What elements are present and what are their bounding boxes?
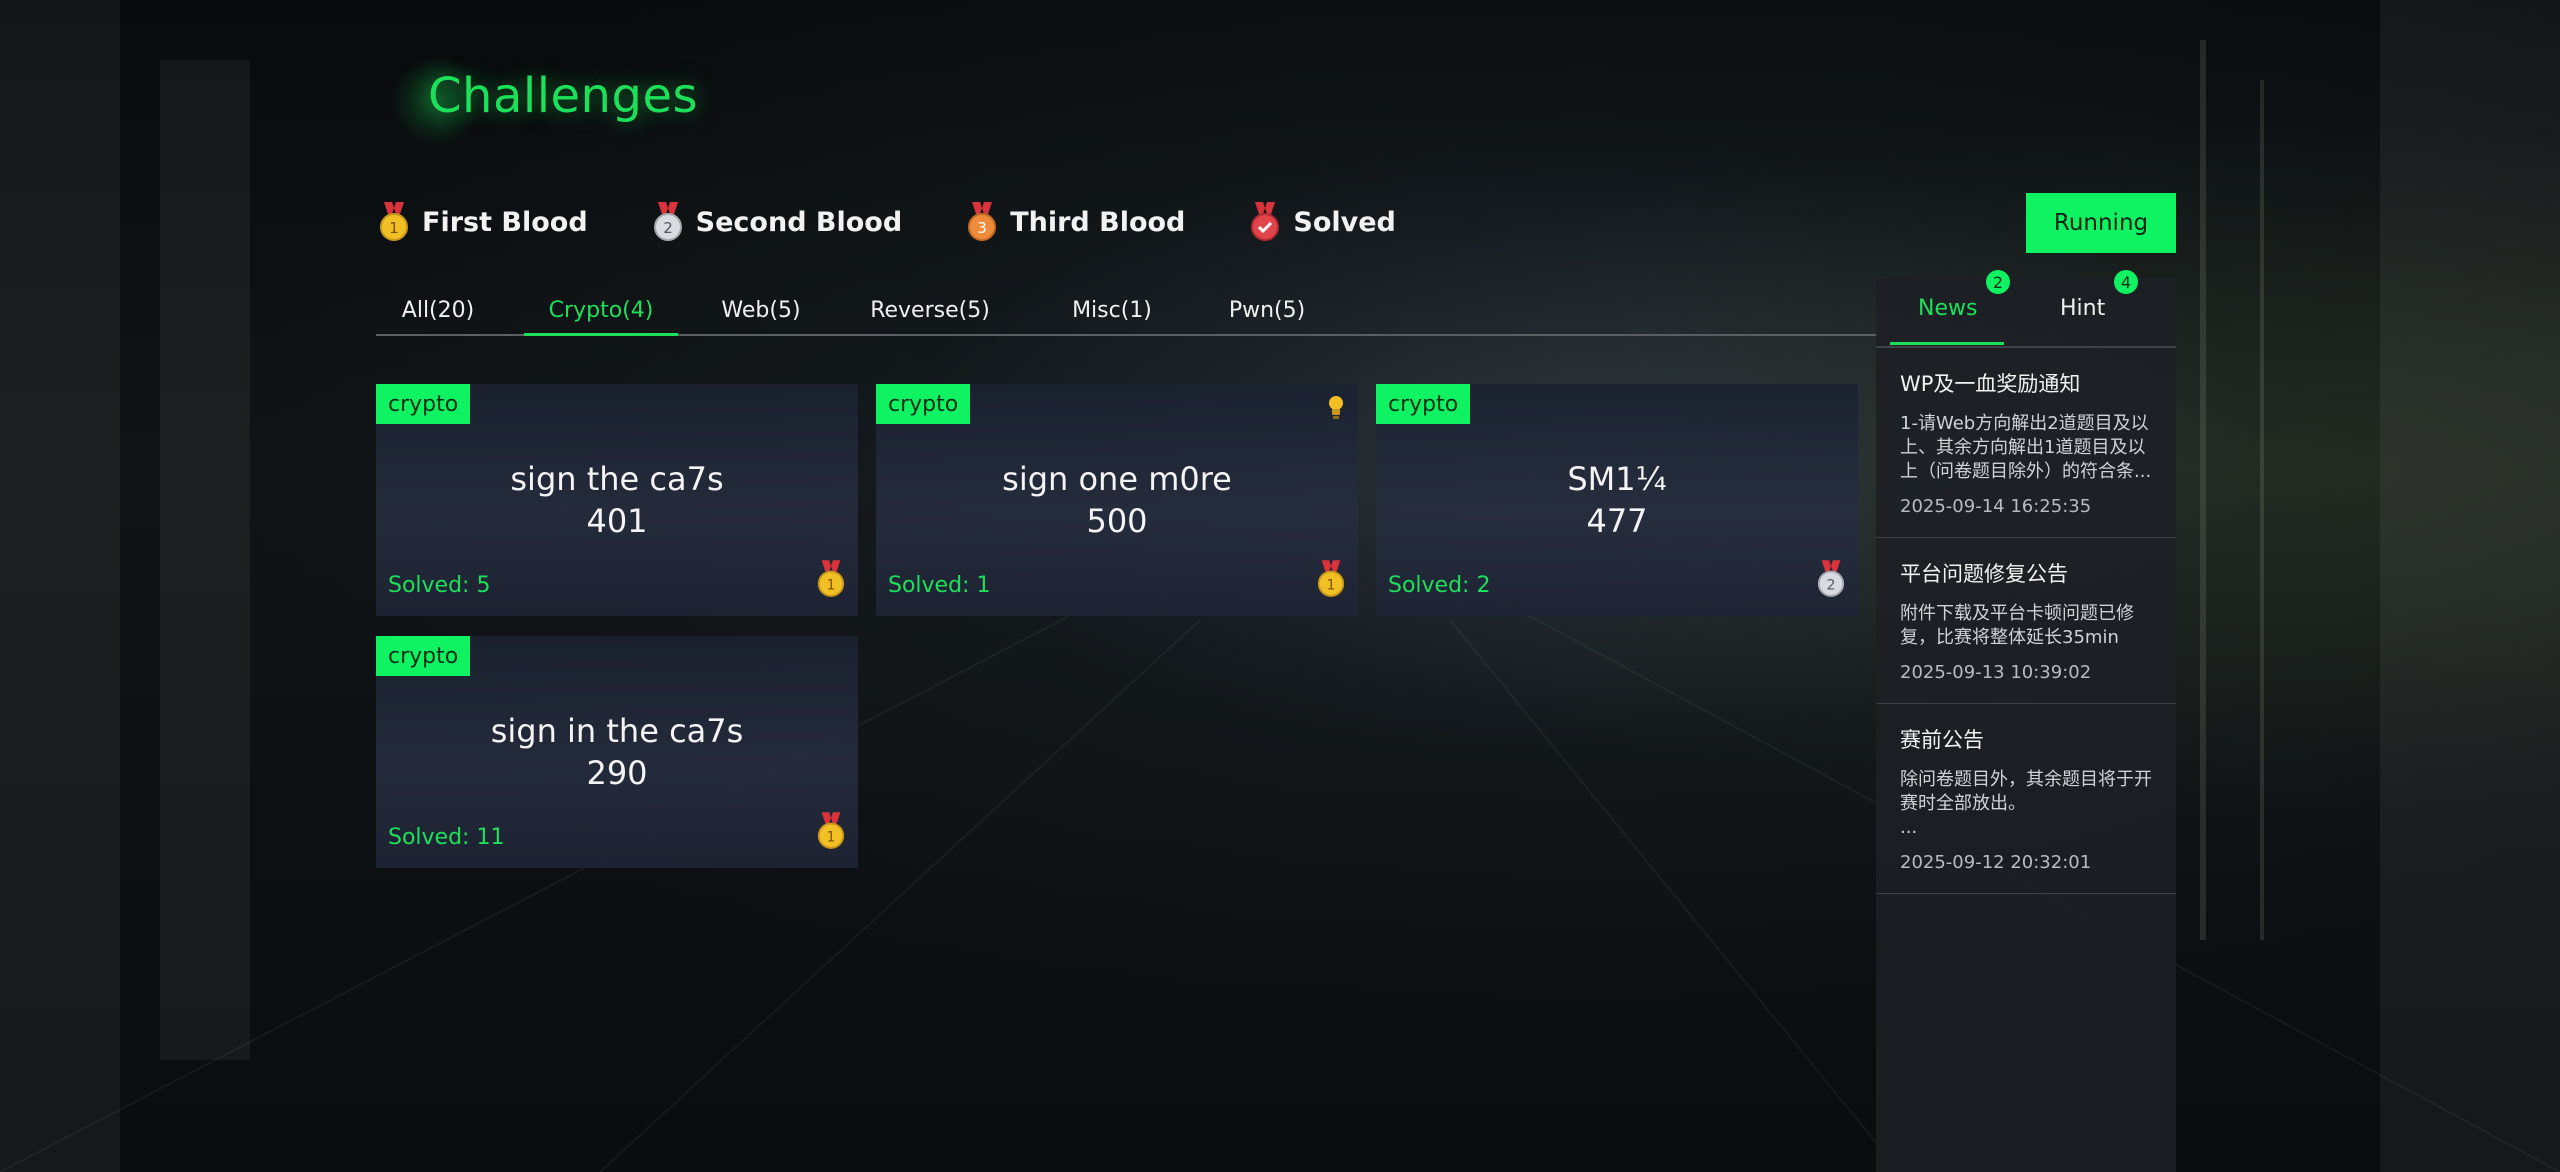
silver-medal-icon: 2 xyxy=(652,202,684,242)
gold-medal-icon: 1 xyxy=(816,812,846,854)
news-date: 2025-09-13 10:39:02 xyxy=(1900,662,2092,683)
tab-misc[interactable]: Misc(1) xyxy=(1062,286,1162,334)
solved-count: Solved: 11 xyxy=(388,825,505,850)
bronze-medal-icon: 3 xyxy=(966,202,998,242)
tab-pwn[interactable]: Pwn(5) xyxy=(1218,286,1316,334)
svg-text:2: 2 xyxy=(1827,577,1836,593)
challenge-score: 290 xyxy=(586,754,648,792)
silver-medal-icon: 2 xyxy=(1816,560,1846,602)
legend-first-blood: 1 First Blood xyxy=(378,202,588,242)
legend-third-blood: 3 Third Blood xyxy=(966,202,1185,242)
tab-crypto[interactable]: Crypto(4) xyxy=(524,286,678,336)
challenge-score: 500 xyxy=(1086,502,1148,540)
tab-news[interactable]: News xyxy=(1918,296,1977,321)
challenge-name: sign the ca7s xyxy=(510,460,724,498)
category-tag: crypto xyxy=(1376,384,1471,424)
category-tag: crypto xyxy=(876,384,971,424)
challenge-card[interactable]: crypto sign in the ca7s 290 Solved: 11 1 xyxy=(376,636,858,868)
news-item[interactable]: 平台问题修复公告 附件下载及平台卡顿问题已修复，比赛将整体延长35min 202… xyxy=(1876,538,2176,704)
challenge-score: 477 xyxy=(1586,502,1648,540)
news-title: 平台问题修复公告 xyxy=(1900,562,2068,586)
news-title: 赛前公告 xyxy=(1900,728,1984,752)
running-status-button[interactable]: Running xyxy=(2026,193,2176,253)
svg-text:1: 1 xyxy=(389,219,399,237)
lightbulb-hint-icon xyxy=(1326,394,1346,424)
svg-text:1: 1 xyxy=(827,829,836,845)
svg-text:1: 1 xyxy=(1327,577,1336,593)
news-title: WP及一血奖励通知 xyxy=(1900,372,2081,396)
tab-hint[interactable]: Hint xyxy=(2060,296,2105,321)
legend-label: Solved xyxy=(1293,206,1396,238)
challenge-card[interactable]: crypto sign one m0re 500 Solved: 1 1 xyxy=(876,384,1358,616)
legend-label: Third Blood xyxy=(1010,206,1186,238)
news-hint-panel: News 2 Hint 4 WP及一血奖励通知 1-请Web方向解出2道题目及以… xyxy=(1876,270,2176,1172)
category-tag: crypto xyxy=(376,636,471,676)
challenge-card[interactable]: crypto SM1¼ 477 Solved: 2 2 xyxy=(1376,384,1858,616)
challenge-name: sign one m0re xyxy=(1002,460,1232,498)
solved-count: Solved: 5 xyxy=(388,573,491,598)
gold-medal-icon: 1 xyxy=(378,202,410,242)
legend-label: First Blood xyxy=(422,206,588,238)
news-date: 2025-09-14 16:25:35 xyxy=(1900,496,2092,517)
legend-second-blood: 2 Second Blood xyxy=(652,202,903,242)
solved-count: Solved: 2 xyxy=(1388,573,1491,598)
news-body: 除问卷题目外，其余题目将于开赛时全部放出。 ... xyxy=(1900,769,2152,838)
tab-web[interactable]: Web(5) xyxy=(702,286,820,334)
hint-count-badge: 4 xyxy=(2114,270,2138,294)
news-item[interactable]: WP及一血奖励通知 1-请Web方向解出2道题目及以上、其余方向解出1道题目及以… xyxy=(1876,348,2176,538)
svg-text:2: 2 xyxy=(663,219,673,237)
medal-legend: 1 First Blood 2 Second Blood 3 Third Blo… xyxy=(378,202,1460,242)
tab-all[interactable]: All(20) xyxy=(376,286,500,334)
challenge-name: SM1¼ xyxy=(1567,460,1667,498)
challenge-score: 401 xyxy=(586,502,648,540)
challenge-name: sign in the ca7s xyxy=(490,712,744,750)
category-tag: crypto xyxy=(376,384,471,424)
news-date: 2025-09-12 20:32:01 xyxy=(1900,852,2092,873)
legend-solved: Solved xyxy=(1249,202,1396,242)
solved-count: Solved: 1 xyxy=(888,573,991,598)
solved-check-icon xyxy=(1249,202,1281,242)
page-title: Challenges xyxy=(428,68,698,124)
gold-medal-icon: 1 xyxy=(816,560,846,602)
news-body: 1-请Web方向解出2道题目及以上、其余方向解出1道题目及以上（问卷题目除外）的… xyxy=(1900,413,2152,482)
svg-text:1: 1 xyxy=(827,577,836,593)
news-item[interactable]: 赛前公告 除问卷题目外，其余题目将于开赛时全部放出。 ... 2025-09-1… xyxy=(1876,704,2176,894)
category-tabs: All(20) Crypto(4) Web(5) Reverse(5) Misc… xyxy=(376,286,1878,336)
svg-text:3: 3 xyxy=(977,219,987,237)
panel-tabs: News 2 Hint 4 xyxy=(1876,270,2176,348)
challenge-card[interactable]: crypto sign the ca7s 401 Solved: 5 1 xyxy=(376,384,858,616)
tab-reverse[interactable]: Reverse(5) xyxy=(862,286,998,334)
active-tab-underline xyxy=(1890,342,2004,345)
news-body: 附件下载及平台卡顿问题已修复，比赛将整体延长35min xyxy=(1900,603,2134,648)
legend-label: Second Blood xyxy=(695,206,903,238)
news-count-badge: 2 xyxy=(1986,270,2010,294)
gold-medal-icon: 1 xyxy=(1316,560,1346,602)
